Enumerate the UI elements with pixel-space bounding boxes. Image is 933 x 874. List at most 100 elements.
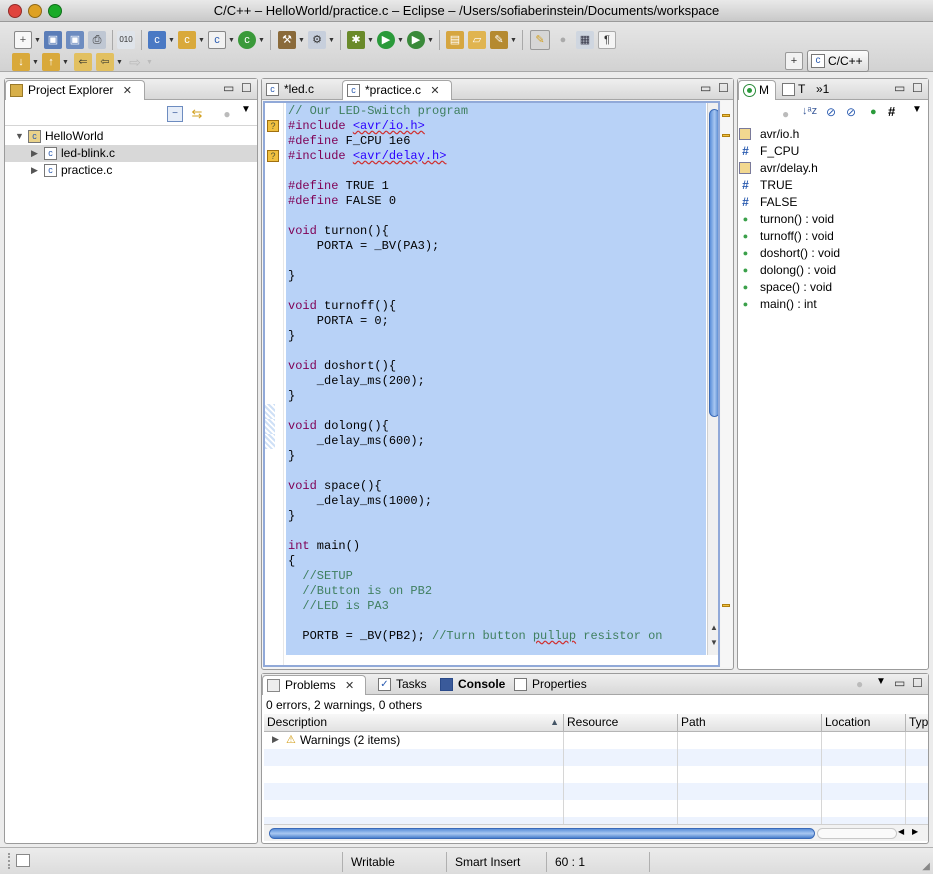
hide-macros-icon[interactable]: #: [888, 104, 895, 119]
next-annotation-icon[interactable]: ↓: [12, 53, 30, 71]
expand-arrow-icon[interactable]: ▶: [272, 734, 279, 745]
minimize-window-button[interactable]: [28, 4, 42, 18]
next-annotation-dropdown-icon[interactable]: ▼: [32, 59, 39, 66]
tree-item[interactable]: ▼ c HelloWorld: [5, 128, 257, 145]
new-c-project-icon[interactable]: c: [148, 31, 166, 49]
column-description[interactable]: Description ▲: [264, 714, 564, 732]
show-whitespace-icon[interactable]: ¶: [598, 31, 616, 49]
column-resource[interactable]: Resource: [564, 714, 678, 732]
open-type-icon[interactable]: ▤: [446, 31, 464, 49]
back-icon[interactable]: ⇦: [96, 53, 114, 71]
hide-non-public-icon[interactable]: ●: [870, 106, 877, 118]
editor-vertical-scrollbar[interactable]: ▲ ▼: [707, 103, 718, 655]
previous-annotation-icon[interactable]: ↑: [42, 53, 60, 71]
save-icon[interactable]: ▣: [44, 31, 62, 49]
build-binary-icon[interactable]: 010: [117, 31, 135, 49]
outline-item[interactable]: # FALSE: [742, 194, 797, 211]
resize-grip-icon[interactable]: ◢: [922, 861, 930, 872]
new-class-dropdown-icon[interactable]: ▼: [258, 37, 265, 44]
new-icon[interactable]: +: [14, 31, 32, 49]
search-flashlight-icon[interactable]: ✎: [490, 31, 508, 49]
zoom-window-button[interactable]: [48, 4, 62, 18]
scrollbar-thumb[interactable]: [709, 109, 718, 417]
previous-annotation-dropdown-icon[interactable]: ▼: [62, 59, 69, 66]
open-perspective-icon[interactable]: +: [785, 52, 803, 70]
warning-icon[interactable]: ?: [267, 120, 279, 132]
view-menu-dots-icon[interactable]: ●: [856, 677, 863, 691]
tab-console[interactable]: Console: [436, 675, 508, 695]
column-type[interactable]: Typ: [906, 714, 928, 732]
hide-fields-icon[interactable]: ⊘: [826, 105, 836, 119]
tree-item[interactable]: ▶ c led-blink.c: [5, 145, 257, 162]
sort-icon[interactable]: ↓ᵃz: [802, 105, 817, 117]
warning-icon[interactable]: ?: [267, 150, 279, 162]
outline-item[interactable]: ● turnoff() : void: [743, 228, 834, 245]
new-c-project-dropdown-icon[interactable]: ▼: [168, 37, 175, 44]
close-icon[interactable]: ✕: [345, 677, 354, 696]
block-selection-icon[interactable]: ▦: [576, 31, 594, 49]
mark-occurrences-icon[interactable]: ✎: [530, 30, 550, 50]
external-tool-dropdown-icon[interactable]: ▼: [427, 37, 434, 44]
hide-static-icon[interactable]: ⊘: [846, 105, 856, 119]
tab-problems[interactable]: Problems ✕: [262, 675, 366, 695]
scroll-down-icon[interactable]: ▼: [710, 638, 718, 647]
view-menu-dots-icon[interactable]: ●: [219, 106, 235, 122]
run-dropdown-icon[interactable]: ▼: [397, 37, 404, 44]
close-icon[interactable]: ✕: [123, 82, 132, 101]
debug-dropdown-icon[interactable]: ▼: [367, 37, 374, 44]
new-source-folder-icon[interactable]: c: [178, 31, 196, 49]
problems-horizontal-scrollbar[interactable]: ◀ ▶: [264, 824, 928, 841]
view-menu-icon[interactable]: ▼: [912, 104, 922, 115]
new-class-icon[interactable]: c: [238, 31, 256, 49]
back-dropdown-icon[interactable]: ▼: [116, 59, 123, 66]
expand-arrow-icon[interactable]: ▶: [31, 145, 38, 162]
column-path[interactable]: Path: [678, 714, 822, 732]
outline-item[interactable]: ● doshort() : void: [743, 245, 840, 262]
scroll-left-icon[interactable]: ◀: [898, 827, 904, 836]
expand-arrow-icon[interactable]: ▼: [15, 128, 24, 145]
column-location[interactable]: Location: [822, 714, 906, 732]
tab-tasks[interactable]: ✓ Tasks: [374, 675, 434, 695]
new-source-file-dropdown-icon[interactable]: ▼: [228, 37, 235, 44]
outline-item[interactable]: # TRUE: [742, 177, 793, 194]
view-menu-dots-icon[interactable]: ●: [782, 107, 789, 121]
maximize-icon[interactable]: ☐: [718, 81, 729, 95]
tab-project-explorer[interactable]: Project Explorer ✕: [5, 80, 145, 100]
collapse-all-icon[interactable]: −: [167, 106, 183, 122]
scroll-right-icon[interactable]: ▶: [912, 827, 918, 836]
run-icon[interactable]: ▶: [377, 31, 395, 49]
maximize-icon[interactable]: ☐: [241, 81, 252, 95]
target-icon[interactable]: ⚙: [308, 31, 326, 49]
perspective-cc-button[interactable]: c C/C++: [807, 50, 869, 72]
target-dropdown-icon[interactable]: ▼: [328, 37, 335, 44]
minimize-icon[interactable]: ▭: [894, 676, 905, 690]
scroll-up-icon[interactable]: ▲: [710, 623, 718, 632]
tree-item[interactable]: ▶ c practice.c: [5, 162, 257, 179]
fast-view-icon[interactable]: [16, 854, 30, 867]
link-with-editor-icon[interactable]: ⇆: [189, 106, 205, 122]
open-folder-icon[interactable]: ▱: [468, 31, 486, 49]
run-external-tool-icon[interactable]: ▶: [407, 31, 425, 49]
warning-marker[interactable]: [722, 604, 730, 607]
view-menu-icon[interactable]: ▼: [241, 104, 251, 115]
build-hammer-icon[interactable]: ⚒: [278, 31, 296, 49]
outline-item[interactable]: # F_CPU: [742, 143, 799, 160]
code-text[interactable]: // Our LED-Switch program #include <avr/i…: [286, 103, 706, 655]
maximize-icon[interactable]: ☐: [912, 676, 923, 690]
minimize-icon[interactable]: ▭: [223, 81, 234, 95]
new-source-folder-dropdown-icon[interactable]: ▼: [198, 37, 205, 44]
minimize-icon[interactable]: ▭: [894, 81, 905, 95]
forward-icon[interactable]: ⇨: [126, 53, 144, 71]
close-window-button[interactable]: [8, 4, 22, 18]
expand-arrow-icon[interactable]: ▶: [31, 162, 38, 179]
outline-item[interactable]: ● space() : void: [743, 279, 832, 296]
tab-outline[interactable]: M: [738, 80, 776, 100]
search-dropdown-icon[interactable]: ▼: [510, 37, 517, 44]
tab-task-list[interactable]: T: [778, 80, 814, 100]
view-menu-icon[interactable]: ▼: [876, 676, 886, 687]
code-editor[interactable]: ?? // Our LED-Switch program #include <av…: [263, 101, 720, 667]
forward-dropdown-icon[interactable]: ▼: [146, 59, 153, 66]
maximize-icon[interactable]: ☐: [912, 81, 923, 95]
minimize-icon[interactable]: ▭: [700, 81, 711, 95]
outline-item[interactable]: ● main() : int: [743, 296, 817, 313]
